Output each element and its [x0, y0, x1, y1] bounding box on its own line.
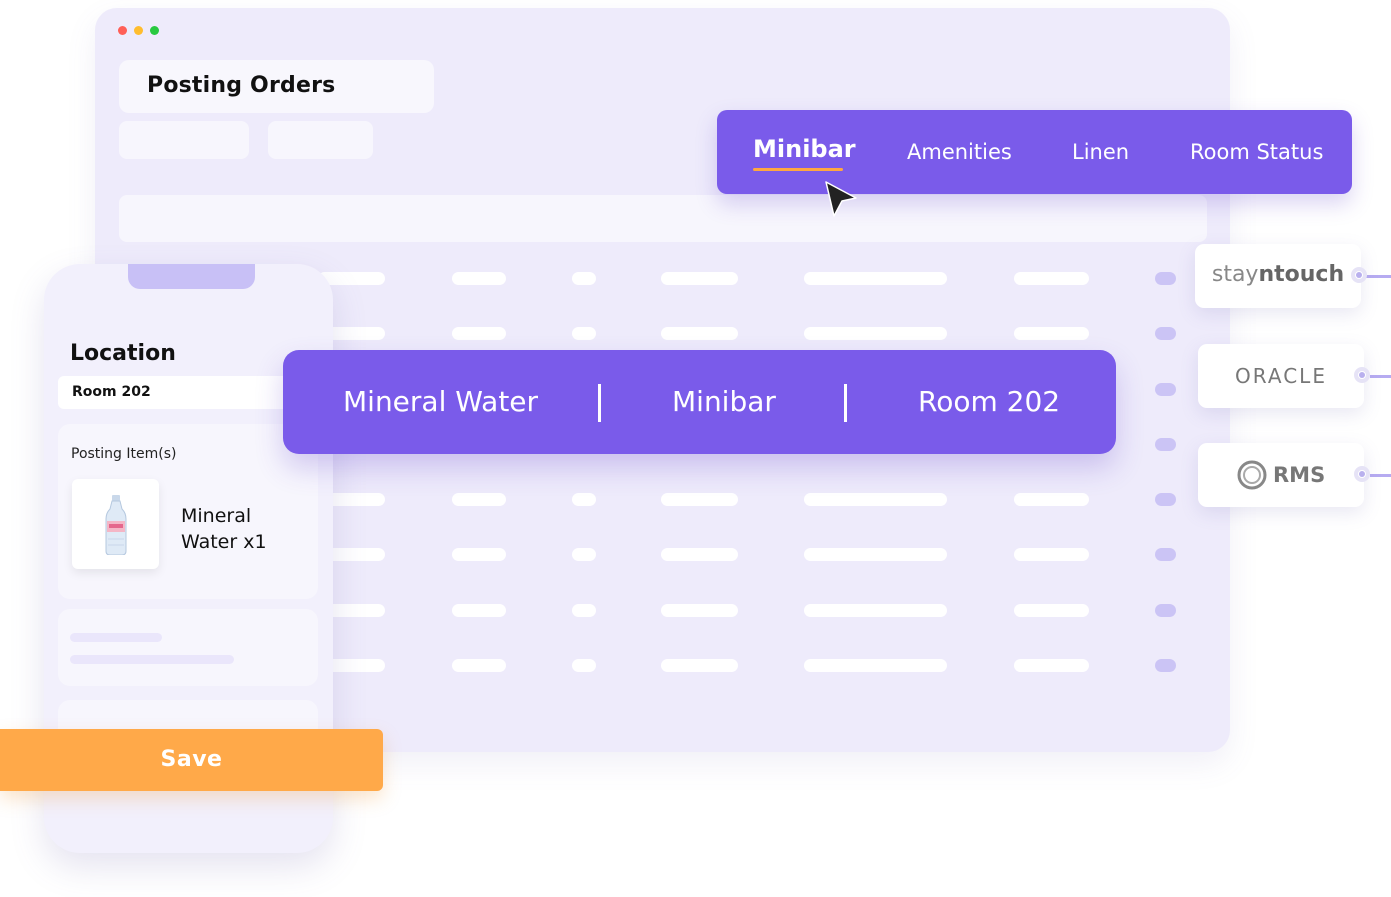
page-title: Posting Orders — [147, 73, 336, 98]
oracle-logo: ORACLE — [1235, 364, 1327, 388]
table-cell-placeholder — [452, 659, 506, 672]
placeholder-bar — [70, 633, 162, 642]
close-dot-icon[interactable] — [118, 26, 127, 35]
table-cell-placeholder — [804, 659, 947, 672]
table-cell-placeholder — [661, 493, 738, 506]
summary-item: Mineral Water — [343, 385, 539, 418]
connector-dot — [1354, 367, 1370, 383]
table-cell-placeholder — [804, 548, 947, 561]
window-controls — [118, 26, 159, 35]
active-tab-underline — [753, 168, 843, 171]
mouse-pointer-icon — [825, 181, 857, 217]
connector-dot — [1354, 466, 1370, 482]
rms-ring-icon — [1237, 460, 1267, 490]
summary-category: Minibar — [672, 385, 776, 418]
summary-separator — [844, 384, 847, 422]
tab-room-status[interactable]: Room Status — [1190, 140, 1323, 164]
integration-stayntouch: stayntouch — [1195, 244, 1361, 308]
table-cell-placeholder — [804, 272, 947, 285]
integration-rms: RMS — [1198, 443, 1364, 507]
tab-minibar[interactable]: Minibar — [753, 135, 856, 163]
item-thumbnail — [72, 479, 159, 569]
location-label: Location — [70, 341, 176, 366]
row-action-placeholder[interactable] — [1155, 438, 1176, 451]
row-action-placeholder[interactable] — [1155, 493, 1176, 506]
save-button[interactable]: Save — [0, 729, 383, 791]
table-cell-placeholder — [572, 548, 596, 561]
connector-line — [1366, 275, 1391, 278]
maximize-dot-icon[interactable] — [150, 26, 159, 35]
row-action-placeholder[interactable] — [1155, 383, 1176, 396]
search-placeholder[interactable] — [119, 195, 1207, 242]
integration-oracle: ORACLE — [1198, 344, 1364, 408]
table-cell-placeholder — [572, 272, 596, 285]
table-cell-placeholder — [1014, 272, 1089, 285]
table-cell-placeholder — [572, 604, 596, 617]
tab-linen[interactable]: Linen — [1072, 140, 1129, 164]
row-action-placeholder[interactable] — [1155, 604, 1176, 617]
connector-dot — [1351, 267, 1367, 283]
row-action-placeholder[interactable] — [1155, 272, 1176, 285]
phone-notch — [128, 264, 255, 289]
summary-separator — [598, 384, 601, 422]
row-action-placeholder[interactable] — [1155, 327, 1176, 340]
table-cell-placeholder — [804, 493, 947, 506]
tab-amenities[interactable]: Amenities — [907, 140, 1012, 164]
location-value: Room 202 — [72, 384, 151, 400]
connector-line — [1370, 474, 1391, 477]
table-cell-placeholder — [661, 659, 738, 672]
table-cell-placeholder — [572, 327, 596, 340]
connector-line — [1370, 375, 1391, 378]
table-cell-placeholder — [661, 548, 738, 561]
table-cell-placeholder — [661, 604, 738, 617]
placeholder-bar — [70, 655, 234, 664]
stayntouch-logo: stayntouch — [1195, 262, 1361, 287]
logo-emphasis: ntouch — [1258, 262, 1345, 287]
table-cell-placeholder — [1014, 493, 1089, 506]
water-bottle-icon — [105, 495, 127, 555]
logo-prefix: stay — [1211, 262, 1259, 287]
row-action-placeholder[interactable] — [1155, 548, 1176, 561]
posting-items-label: Posting Item(s) — [71, 446, 177, 462]
table-cell-placeholder — [452, 604, 506, 617]
summary-room: Room 202 — [918, 385, 1061, 418]
table-cell-placeholder — [661, 272, 738, 285]
table-cell-placeholder — [572, 493, 596, 506]
table-cell-placeholder — [804, 604, 947, 617]
posting-item-name: Mineral Water x1 — [181, 505, 267, 553]
table-cell-placeholder — [1014, 604, 1089, 617]
row-action-placeholder[interactable] — [1155, 659, 1176, 672]
rms-logo: RMS — [1273, 463, 1326, 487]
table-cell-placeholder — [452, 493, 506, 506]
table-cell-placeholder — [452, 548, 506, 561]
placeholder-card — [58, 609, 318, 686]
table-cell-placeholder — [661, 327, 738, 340]
table-cell-placeholder — [452, 272, 506, 285]
posting-items-card: Posting Item(s) Mineral Water x1 — [58, 424, 318, 599]
filter-placeholder[interactable] — [119, 121, 249, 159]
table-cell-placeholder — [1014, 548, 1089, 561]
category-tabs: Minibar Amenities Linen Room Status — [717, 110, 1352, 194]
minimize-dot-icon[interactable] — [134, 26, 143, 35]
title-container: Posting Orders — [119, 60, 434, 113]
table-cell-placeholder — [1014, 327, 1089, 340]
filter-placeholder[interactable] — [268, 121, 373, 159]
table-cell-placeholder — [1014, 659, 1089, 672]
table-cell-placeholder — [572, 659, 596, 672]
table-cell-placeholder — [804, 327, 947, 340]
table-cell-placeholder — [452, 327, 506, 340]
posting-summary-banner: Mineral Water Minibar Room 202 — [283, 350, 1116, 454]
